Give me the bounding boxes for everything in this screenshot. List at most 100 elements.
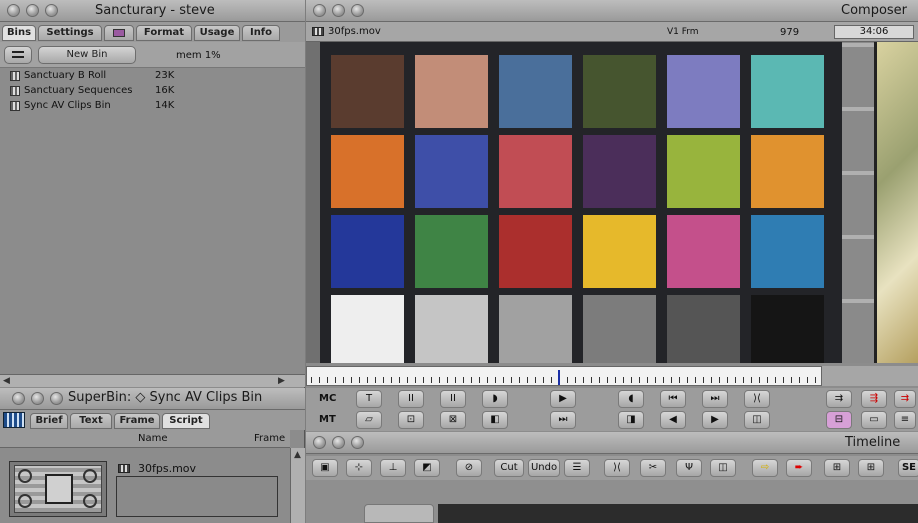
fit-button[interactable]: ⊡ [398, 411, 424, 429]
list-item[interactable]: Sync AV Clips Bin 14K [10, 99, 294, 113]
tab-brief[interactable]: Brief [30, 413, 68, 429]
lift-button[interactable]: ⇉ [826, 390, 852, 408]
superbin-header: Name Frame [0, 430, 290, 448]
timecode-display[interactable]: 34:06 [834, 25, 914, 39]
timeline-title: Timeline [845, 435, 901, 450]
clip-icon [312, 27, 324, 36]
minimize-button[interactable] [26, 4, 39, 17]
bin-name: Sanctuary B Roll [24, 70, 107, 81]
minimize-button[interactable] [332, 4, 345, 17]
overlay-button[interactable]: ⊟ [826, 411, 852, 429]
cut-button[interactable]: Cut [494, 459, 524, 477]
scroll-left-icon[interactable]: ◀ [3, 376, 10, 386]
no-entry-icon[interactable]: ⊘ [456, 459, 482, 477]
bins-titlebar[interactable]: Sancturary - steve [0, 0, 305, 22]
mark-in-button[interactable]: ◖ [618, 390, 644, 408]
script-text-area[interactable] [116, 476, 278, 517]
step-back-frame-button[interactable]: ◀ [660, 411, 686, 429]
overwrite-button[interactable]: II [440, 390, 466, 408]
segment-lift-tool-icon[interactable]: ⊹ [346, 459, 372, 477]
source-monitor[interactable] [306, 42, 874, 363]
quick-transition-button[interactable]: ◫ [710, 459, 736, 477]
step-forward-button[interactable]: ⏭ [550, 411, 576, 429]
scroll-right-icon[interactable]: ▶ [278, 376, 285, 386]
superbin-scrollbar[interactable]: ▲ [290, 448, 305, 523]
tab-info[interactable]: Info [242, 25, 280, 41]
half-frame-button[interactable]: ◧ [482, 411, 508, 429]
bin-menu-button[interactable] [4, 46, 32, 64]
title-tool-button[interactable]: T [356, 390, 382, 408]
trim-button[interactable]: ▱ [356, 411, 382, 429]
segment-extract-tool-icon[interactable]: ⊥ [380, 459, 406, 477]
split-view-button[interactable]: ◫ [744, 411, 770, 429]
razor-icon[interactable]: ✂ [640, 459, 666, 477]
bins-window-title: Sancturary - steve [95, 3, 215, 18]
effect-button[interactable]: ◩ [414, 459, 440, 477]
tab-color[interactable] [104, 25, 134, 41]
composer-clip-name[interactable]: 30fps.mov [328, 26, 381, 37]
delete-button[interactable]: ⇉ [894, 390, 916, 408]
close-button[interactable] [313, 4, 326, 17]
extract-button[interactable]: ⇶ [861, 390, 887, 408]
go-to-out-button[interactable]: ⏭ [702, 390, 728, 408]
close-button[interactable] [12, 392, 25, 405]
mark-out-button[interactable]: ◗ [482, 390, 508, 408]
track-info[interactable]: V1 Frm [667, 27, 699, 37]
position-bar[interactable] [306, 366, 822, 386]
record-monitor[interactable] [874, 42, 918, 363]
superbin-titlebar[interactable]: SuperBin: ◇ Sync AV Clips Bin [0, 388, 305, 410]
go-to-in-button[interactable]: ⏮ [660, 390, 686, 408]
timeline-titlebar[interactable]: Timeline [306, 432, 918, 454]
tab-frame[interactable]: Frame [114, 413, 160, 429]
playhead[interactable] [558, 370, 560, 385]
render-button[interactable]: Ψ [676, 459, 702, 477]
video-quality-button[interactable]: ▭ [861, 411, 887, 429]
minimize-button[interactable] [332, 436, 345, 449]
stack-button[interactable]: ☰ [564, 459, 590, 477]
column-frame[interactable]: Frame [254, 433, 285, 444]
step-forward-frame-button[interactable]: ▶ [702, 411, 728, 429]
undo-button[interactable]: Undo [528, 459, 560, 477]
match-frame-button[interactable]: ⊠ [440, 411, 466, 429]
clip-name[interactable]: 30fps.mov [138, 462, 196, 475]
color-patch [499, 135, 572, 208]
grid-button[interactable]: ⊞ [858, 459, 884, 477]
column-name[interactable]: Name [138, 433, 168, 444]
color-patch [499, 215, 572, 288]
scroll-up-icon[interactable]: ▲ [294, 450, 301, 460]
composer-titlebar[interactable]: Composer [306, 0, 918, 22]
zoom-button[interactable] [351, 4, 364, 17]
zoom-button[interactable] [351, 436, 364, 449]
top-tail-button[interactable]: ⟩⟨ [604, 459, 630, 477]
tab-script[interactable]: Script [162, 413, 210, 429]
add-edit-button[interactable]: ⊞ [824, 459, 850, 477]
zoom-button[interactable] [45, 4, 58, 17]
new-bin-button[interactable]: New Bin [38, 46, 136, 64]
splice-in-button[interactable]: II [398, 390, 424, 408]
close-button[interactable] [313, 436, 326, 449]
close-button[interactable] [7, 4, 20, 17]
tab-usage[interactable]: Usage [194, 25, 240, 41]
tab-settings[interactable]: Settings [38, 25, 102, 41]
list-item[interactable]: Sanctuary Sequences 16K [10, 84, 294, 98]
play-button[interactable]: ▶ [550, 390, 576, 408]
bin-view-icon[interactable] [3, 412, 25, 428]
timeline-sequence-track[interactable] [438, 504, 918, 523]
gang-button[interactable]: ◨ [618, 411, 644, 429]
bin-size: 23K [155, 70, 175, 81]
red-arrow-button[interactable]: ➨ [786, 459, 812, 477]
settings-sliders-button[interactable]: ≡ [894, 411, 916, 429]
minimize-button[interactable] [31, 392, 44, 405]
yellow-arrow-button[interactable]: ⇨ [752, 459, 778, 477]
clip-thumbnail[interactable] [9, 461, 107, 517]
bins-horizontal-scrollbar[interactable]: ◀ ▶ [0, 374, 305, 387]
se-button[interactable]: SE [898, 459, 918, 477]
tab-bins[interactable]: Bins [2, 25, 36, 41]
tab-text[interactable]: Text [70, 413, 112, 429]
clear-marks-button[interactable]: ⟩⟨ [744, 390, 770, 408]
tab-format[interactable]: Format [136, 25, 192, 41]
timeline-track-area[interactable] [306, 480, 918, 523]
zoom-button[interactable] [50, 392, 63, 405]
video-button[interactable]: ▣ [312, 459, 338, 477]
list-item[interactable]: Sanctuary B Roll 23K [10, 69, 294, 83]
